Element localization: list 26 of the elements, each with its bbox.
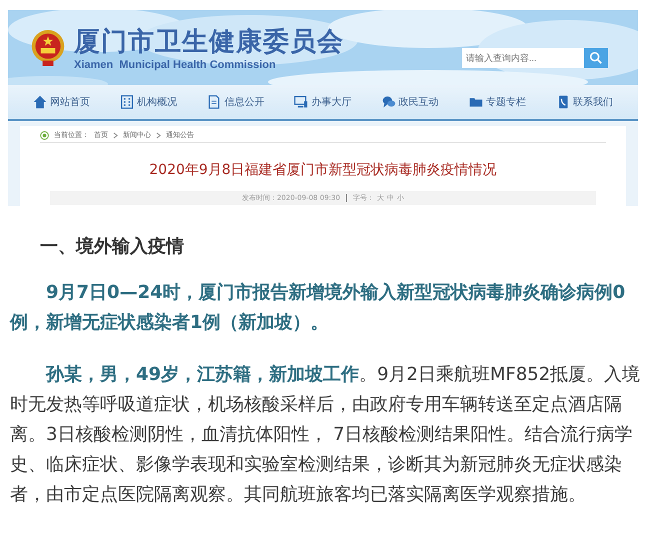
nav-link[interactable]: 政民互动 xyxy=(382,95,439,109)
nav-link[interactable]: 网站首页 xyxy=(33,95,90,109)
computer-icon xyxy=(294,95,308,109)
nav-link[interactable]: 机构概况 xyxy=(120,95,178,109)
home-icon xyxy=(33,95,48,109)
nav-link[interactable]: 办事大厅 xyxy=(294,95,352,109)
nav-link[interactable]: 联系我们 xyxy=(556,95,613,109)
site-title: 厦门市卫生健康委员会 xyxy=(74,26,344,59)
paragraph: 9月7日0—24时，厦门市报告新增境外输入新型冠状病毒肺炎确诊病例0例，新增无症状感染者1例（新加坡）。 xyxy=(10,281,626,335)
emblem-icon xyxy=(30,28,66,68)
chevron-icon xyxy=(113,132,118,138)
nav-link[interactable]: 信息公开 xyxy=(207,95,264,109)
section-heading: 一、境外输入疫情 xyxy=(39,235,185,258)
nav-link[interactable]: 专题专栏 xyxy=(468,95,526,109)
chevron-icon xyxy=(156,132,161,138)
search-field[interactable]: 请输入查询内容... xyxy=(462,48,584,68)
chat-icon xyxy=(382,95,396,109)
folder-icon xyxy=(468,95,483,109)
building-icon xyxy=(120,95,134,109)
paragraph: 孙某，男，49岁，江苏籍，新加坡工作。9月2日乘航班MF852抵厦。入境时无发热等呼吸道症状，机场核酸采样后，由政府专用车辆转送至定点酒店隔离。3日核酸检测阴性，血清抗体阳性， 7日核酸检测结果阳性。结合流行病学史、临床症状、影像学表现和实验室检测结果，诊断其为新冠肺炎无症状感染者，由市定点医院隔离观察。其同航班旅客均已落实隔离医学观察措施。 xyxy=(10,363,642,507)
site-subtitle: Xiamen Municipal Health Commission xyxy=(74,59,277,71)
article-title: 2020年9月8日福建省厦门市新型冠状病毒肺炎疫情情况 xyxy=(148,161,498,179)
location-icon xyxy=(40,130,49,140)
search-button[interactable] xyxy=(584,48,608,68)
search-icon xyxy=(589,50,603,64)
document-icon xyxy=(207,95,222,109)
